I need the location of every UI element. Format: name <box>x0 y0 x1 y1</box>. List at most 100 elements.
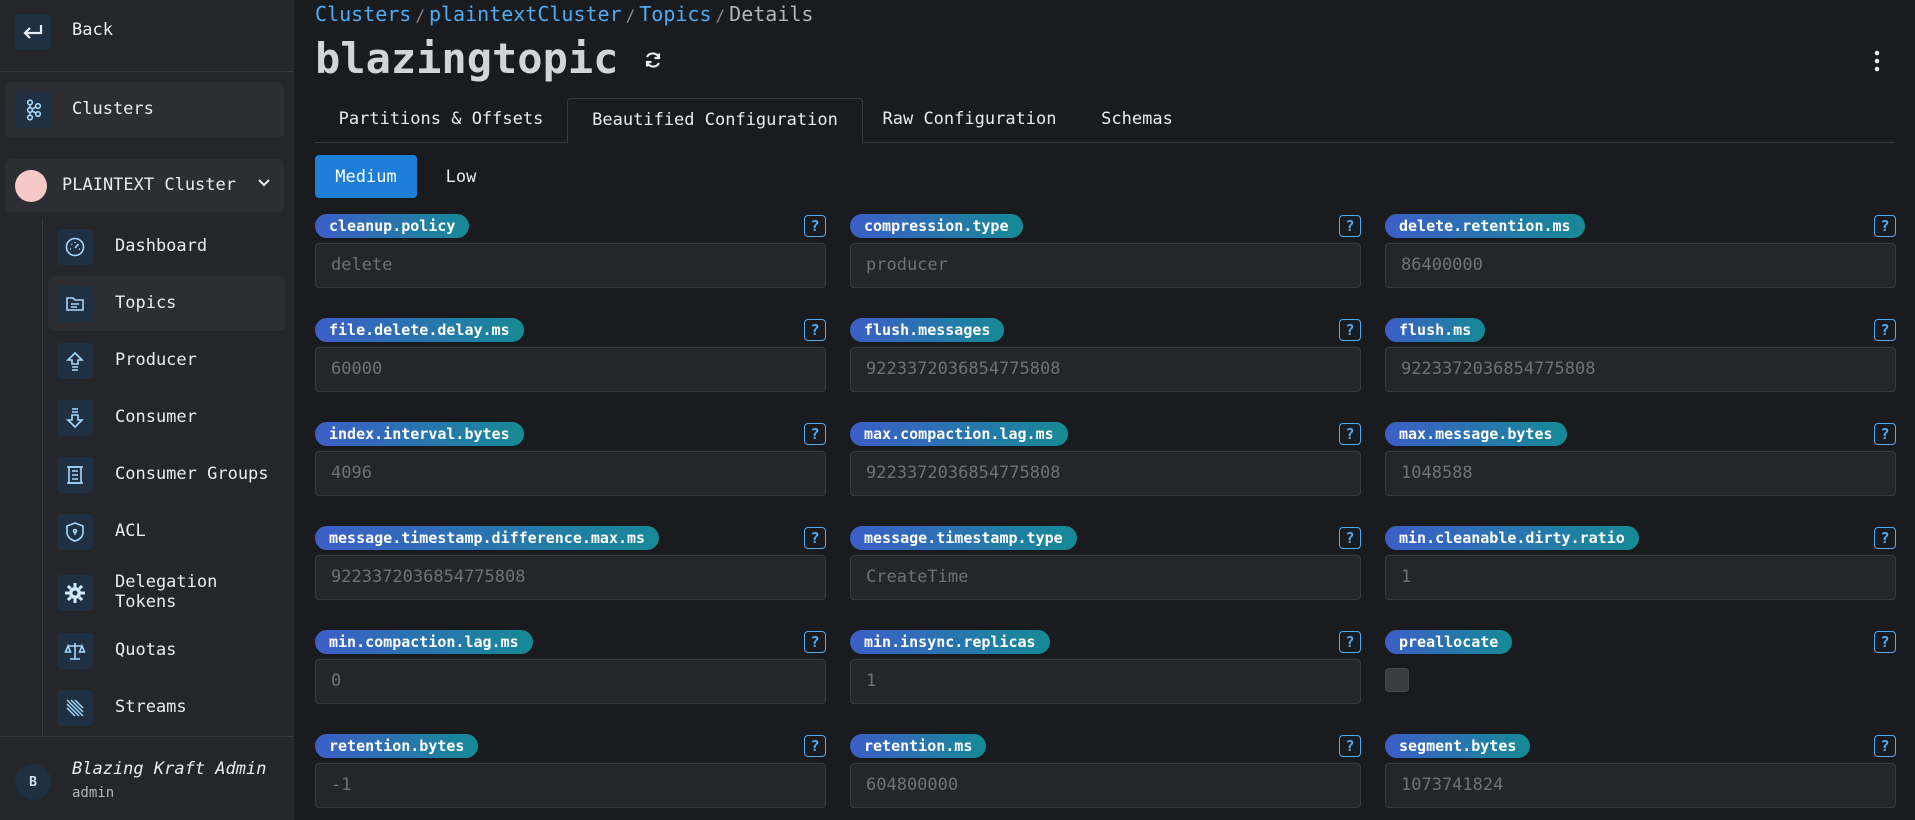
help-icon[interactable]: ? <box>1339 631 1361 653</box>
help-icon[interactable]: ? <box>1874 527 1896 549</box>
config-field-cleanup-policy: cleanup.policy ? delete <box>315 214 826 294</box>
help-icon[interactable]: ? <box>804 631 826 653</box>
breadcrumb-topics[interactable]: Topics <box>639 2 711 26</box>
sidebar-item-streams[interactable]: Streams <box>48 680 285 735</box>
config-value-input[interactable]: 1073741824 <box>1385 763 1896 808</box>
sidebar-item-label: ACL <box>115 521 146 541</box>
help-icon[interactable]: ? <box>804 215 826 237</box>
help-icon[interactable]: ? <box>1874 215 1896 237</box>
sidebar-item-producer[interactable]: Producer <box>48 333 285 388</box>
preallocate-checkbox[interactable] <box>1385 668 1409 692</box>
refresh-icon[interactable] <box>642 49 664 71</box>
config-name-badge: message.timestamp.type <box>850 526 1077 550</box>
help-icon[interactable]: ? <box>1339 527 1361 549</box>
config-value-input[interactable]: 86400000 <box>1385 243 1896 288</box>
help-icon[interactable]: ? <box>804 423 826 445</box>
sidebar-item-label: Quotas <box>115 640 177 660</box>
config-value-input[interactable]: CreateTime <box>850 555 1361 600</box>
gauge-icon <box>57 229 93 265</box>
config-field-preallocate: preallocate ? <box>1385 630 1896 710</box>
config-name-badge: min.compaction.lag.ms <box>315 630 533 654</box>
sidebar-item-label: Producer <box>115 350 197 370</box>
help-icon[interactable]: ? <box>1874 631 1896 653</box>
config-value-input[interactable]: producer <box>850 243 1361 288</box>
config-value-input[interactable]: 9223372036854775808 <box>850 347 1361 392</box>
config-value-input[interactable]: 1048588 <box>1385 451 1896 496</box>
config-name-badge: retention.ms <box>850 734 987 758</box>
gear-icon <box>57 575 93 611</box>
config-value-input[interactable]: 60000 <box>315 347 826 392</box>
help-icon[interactable]: ? <box>1339 215 1361 237</box>
sidebar-item-consumer[interactable]: Consumer <box>48 390 285 445</box>
config-field-message-timestamp-difference-max-ms: message.timestamp.difference.max.ms ? 92… <box>315 526 826 606</box>
importance-low-button[interactable]: Low <box>435 155 487 198</box>
config-name-badge: delete.retention.ms <box>1385 214 1585 238</box>
sidebar-item-delegation-tokens[interactable]: Delegation Tokens <box>48 565 285 620</box>
help-icon[interactable]: ? <box>1339 735 1361 757</box>
config-name-badge: preallocate <box>1385 630 1513 654</box>
sidebar-item-acl[interactable]: ACL <box>48 504 285 559</box>
user-role: admin <box>72 785 115 801</box>
sidebar-item-label: Delegation Tokens <box>115 572 218 612</box>
sidebar-item-topics[interactable]: Topics <box>48 276 285 331</box>
breadcrumb-clusters[interactable]: Clusters <box>315 2 411 26</box>
config-value-input[interactable]: 4096 <box>315 451 826 496</box>
config-field-min-compaction-lag-ms: min.compaction.lag.ms ? 0 <box>315 630 826 710</box>
config-name-badge: flush.ms <box>1385 318 1486 342</box>
config-field-max-message-bytes: max.message.bytes ? 1048588 <box>1385 422 1896 502</box>
config-value-input[interactable]: 1 <box>1385 555 1896 600</box>
shield-icon <box>57 514 93 550</box>
help-icon[interactable]: ? <box>804 735 826 757</box>
help-icon[interactable]: ? <box>1339 423 1361 445</box>
cluster-name: PLAINTEXT Cluster <box>62 175 236 195</box>
config-value-input[interactable]: -1 <box>315 763 826 808</box>
config-field-compression-type: compression.type ? producer <box>850 214 1361 294</box>
importance-medium-button[interactable]: Medium <box>315 155 417 198</box>
config-name-badge: file.delete.delay.ms <box>315 318 524 342</box>
sidebar-item-label: Streams <box>115 697 187 717</box>
config-value-input[interactable]: 9223372036854775808 <box>315 555 826 600</box>
help-icon[interactable]: ? <box>1339 319 1361 341</box>
sidebar-item-dashboard[interactable]: Dashboard <box>48 219 285 274</box>
tab-partitions-offsets[interactable]: Partitions & Offsets <box>315 98 567 143</box>
config-field-message-timestamp-type: message.timestamp.type ? CreateTime <box>850 526 1361 606</box>
avatar: B <box>15 764 51 800</box>
sidebar-item-quotas[interactable]: Quotas <box>48 623 285 678</box>
breadcrumb: Clusters / plaintextCluster / Topics / Details <box>315 2 813 26</box>
breadcrumb-cluster[interactable]: plaintextCluster <box>429 2 622 26</box>
config-field-min-cleanable-dirty-ratio: min.cleanable.dirty.ratio ? 1 <box>1385 526 1896 606</box>
config-field-index-interval-bytes: index.interval.bytes ? 4096 <box>315 422 826 502</box>
user-name: Blazing Kraft Admin <box>72 759 267 779</box>
help-icon[interactable]: ? <box>1874 423 1896 445</box>
tab-raw-configuration[interactable]: Raw Configuration <box>863 98 1076 143</box>
config-field-retention-bytes: retention.bytes ? -1 <box>315 734 826 814</box>
clusters-button[interactable]: Clusters <box>5 82 284 138</box>
user-panel[interactable]: B Blazing Kraft Admin admin <box>0 736 294 820</box>
config-value-input[interactable]: delete <box>315 243 826 288</box>
help-icon[interactable]: ? <box>804 319 826 341</box>
config-value-input[interactable]: 604800000 <box>850 763 1361 808</box>
config-value-input[interactable]: 1 <box>850 659 1361 704</box>
help-icon[interactable]: ? <box>1874 319 1896 341</box>
help-icon[interactable]: ? <box>804 527 826 549</box>
config-field-min-insync-replicas: min.insync.replicas ? 1 <box>850 630 1361 710</box>
tab-bar: Partitions & Offsets Beautified Configur… <box>315 98 1895 144</box>
config-value-input[interactable]: 9223372036854775808 <box>850 451 1361 496</box>
config-value-input[interactable]: 0 <box>315 659 826 704</box>
cluster-selector[interactable]: PLAINTEXT Cluster <box>5 159 284 212</box>
stack-icon <box>57 457 93 493</box>
more-menu-icon[interactable] <box>1867 48 1887 74</box>
sidebar-item-label: Dashboard <box>115 236 208 256</box>
help-icon[interactable]: ? <box>1874 735 1896 757</box>
breadcrumb-separator: / <box>415 6 425 25</box>
sidebar-item-consumer-groups[interactable]: Consumer Groups <box>48 447 285 502</box>
tab-beautified-configuration[interactable]: Beautified Configuration <box>567 98 863 144</box>
config-field-max-compaction-lag-ms: max.compaction.lag.ms ? 9223372036854775… <box>850 422 1361 502</box>
cluster-color-dot <box>15 170 47 202</box>
back-button[interactable]: Back <box>0 0 294 72</box>
page-title: blazingtopic <box>315 34 619 83</box>
streams-icon <box>57 690 93 726</box>
tab-schemas[interactable]: Schemas <box>1076 98 1198 143</box>
config-value-input[interactable]: 9223372036854775808 <box>1385 347 1896 392</box>
breadcrumb-current: Details <box>729 2 814 26</box>
